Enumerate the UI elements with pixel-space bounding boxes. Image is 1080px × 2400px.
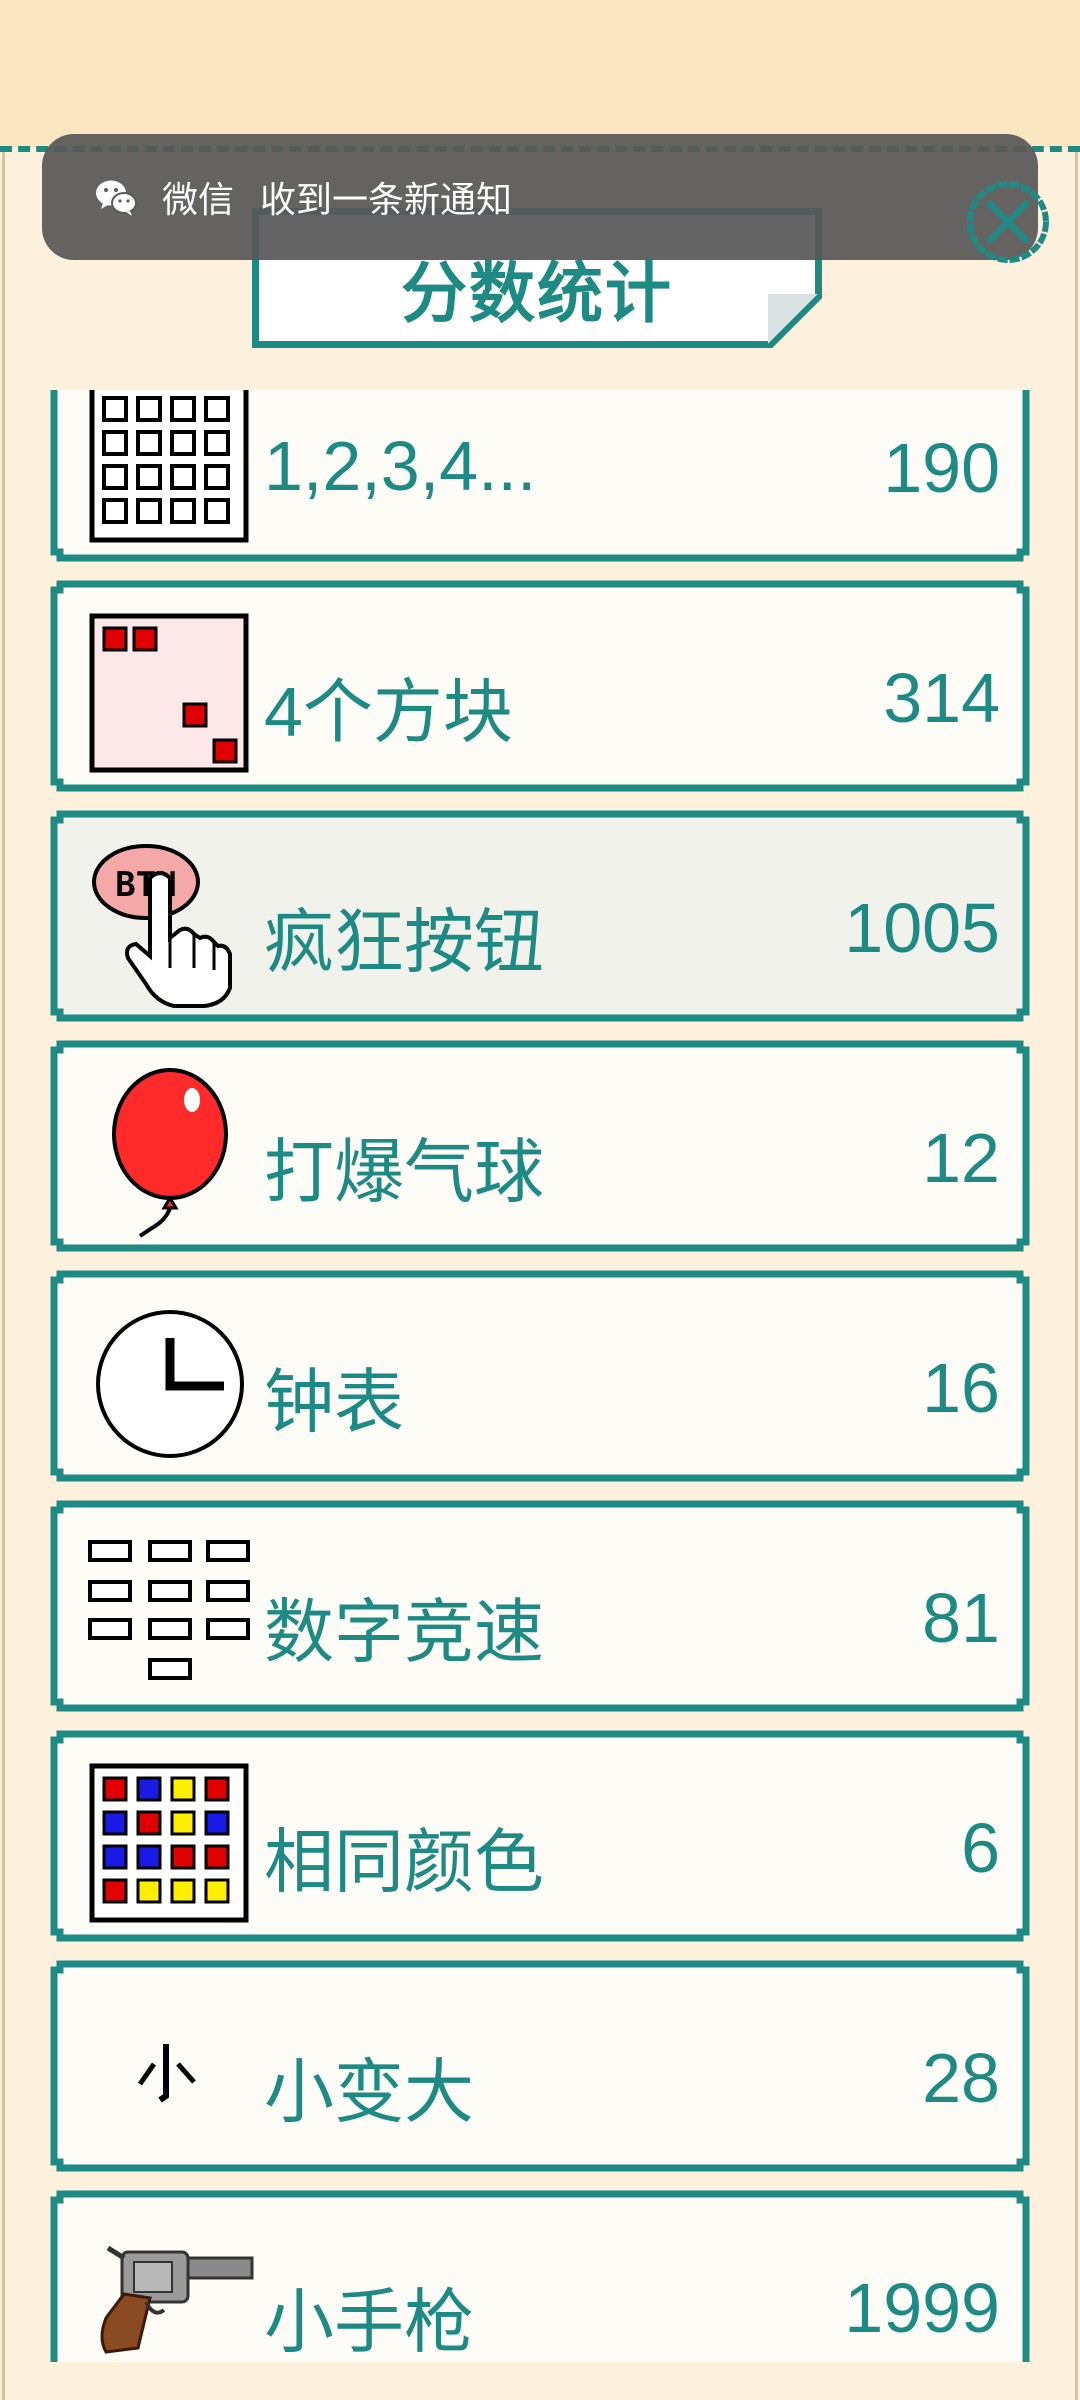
game-name: 小变大 <box>264 2053 474 2131</box>
game-name: 疯狂按钮 <box>264 903 544 981</box>
top-background <box>0 0 1080 148</box>
game-name: 相同颜色 <box>264 1823 544 1901</box>
color-grid-icon <box>89 1763 249 1923</box>
game-score: 81 <box>922 1579 1000 1657</box>
notification-app-name: 微信 <box>162 179 235 220</box>
panel-right-edge <box>1075 152 1078 2400</box>
score-list: 1,2,3,4... 190 4个方块 314 BTN 疯狂按钮 1005 打爆… <box>50 390 1030 2362</box>
game-score: 28 <box>922 2039 1000 2117</box>
score-row-pop-balloon[interactable]: 打爆气球 12 <box>50 1040 1030 1252</box>
game-score: 16 <box>922 1349 1000 1427</box>
number-grid-icon <box>89 390 249 543</box>
game-name: 钟表 <box>264 1363 404 1441</box>
score-row-pistol[interactable]: 小手枪 1999 <box>50 2190 1030 2362</box>
balloon-icon <box>112 1068 228 1238</box>
score-row-small-to-big[interactable]: 小变大 28 <box>50 1960 1030 2172</box>
game-score: 314 <box>883 659 1000 737</box>
score-row-crazy-button[interactable]: BTN 疯狂按钮 1005 <box>50 810 1030 1022</box>
score-row-same-color[interactable]: 相同颜色 6 <box>50 1730 1030 1942</box>
number-race-icon <box>88 1540 250 1680</box>
wechat-icon <box>96 180 137 216</box>
notification-toast[interactable]: 微信 收到一条新通知 <box>42 134 1038 260</box>
small-to-big-icon <box>137 2044 196 2103</box>
pistol-icon <box>100 2245 254 2354</box>
game-name: 小手枪 <box>264 2283 474 2361</box>
game-name: 4个方块 <box>264 673 513 751</box>
page-fold-corner <box>768 294 822 348</box>
button-press-icon: BTN <box>92 844 232 1008</box>
close-icon[interactable] <box>964 178 1052 266</box>
panel-left-edge <box>2 152 5 2400</box>
game-name: 1,2,3,4... <box>264 427 537 505</box>
game-score: 1005 <box>844 889 1000 967</box>
game-name: 数字竞速 <box>264 1593 544 1671</box>
game-score: 12 <box>922 1119 1000 1197</box>
clock-icon <box>96 1310 244 1458</box>
score-row-clock[interactable]: 钟表 16 <box>50 1270 1030 1482</box>
game-score: 1999 <box>844 2269 1000 2347</box>
score-row-number-order[interactable]: 1,2,3,4... 190 <box>50 390 1030 562</box>
game-score: 6 <box>961 1809 1000 1887</box>
four-squares-icon <box>89 613 249 773</box>
notification-message: 收到一条新通知 <box>260 179 513 220</box>
game-score: 190 <box>883 429 1000 507</box>
game-name: 打爆气球 <box>264 1133 544 1211</box>
score-row-four-squares[interactable]: 4个方块 314 <box>50 580 1030 792</box>
score-row-number-race[interactable]: 数字竞速 81 <box>50 1500 1030 1712</box>
